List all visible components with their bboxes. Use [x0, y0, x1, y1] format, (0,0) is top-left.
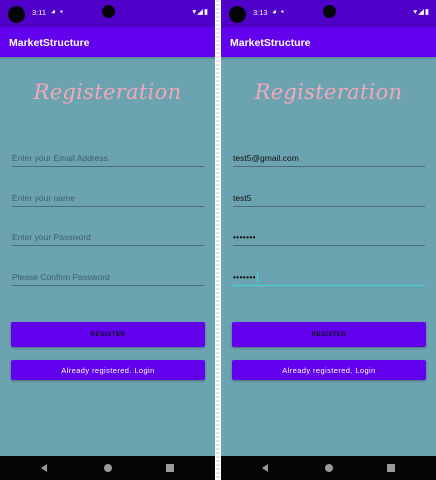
text-cursor [257, 273, 258, 283]
confirm-password-field[interactable]: ••••••• [233, 270, 425, 286]
name-placeholder: Enter your name [12, 193, 75, 203]
email-value: test5@gmail.com [233, 153, 299, 163]
camera-cutout [323, 5, 336, 18]
status-time: 3:11 [32, 8, 47, 17]
password-placeholder: Enter your Password [12, 232, 91, 242]
navigation-bar [221, 456, 436, 480]
back-triangle-icon[interactable] [41, 464, 47, 472]
signal-battery-icons: ▾◢▮ [192, 7, 209, 16]
notification-icons: ◕ ▪ [51, 7, 64, 16]
navigation-bar [0, 456, 215, 480]
confirm-password-field[interactable]: Please Confirm Password [12, 270, 204, 286]
front-camera [229, 6, 246, 23]
signal-battery-icons: ▾◢▮ [413, 7, 430, 16]
app-title: MarketStructure [9, 37, 90, 49]
phone-screen-left: 3:11 ◕ ▪ ▾◢▮ MarketStructure Registerati… [0, 0, 215, 480]
status-time: 3:13 [253, 8, 268, 17]
name-value: test5 [233, 193, 252, 203]
home-circle-icon[interactable] [104, 464, 112, 472]
password-field[interactable]: Enter your Password [12, 230, 204, 246]
screen-divider [216, 0, 220, 480]
recents-square-icon[interactable] [166, 464, 174, 472]
camera-cutout [102, 5, 115, 18]
password-value: ••••••• [233, 233, 257, 242]
front-camera [8, 6, 25, 23]
recents-square-icon[interactable] [387, 464, 395, 472]
home-circle-icon[interactable] [325, 464, 333, 472]
password-field[interactable]: ••••••• [233, 230, 425, 246]
register-button[interactable]: REGISTER [232, 322, 426, 347]
register-button[interactable]: REGISTER [11, 322, 205, 347]
phone-screen-right: 3:13 ◕ ▪ ▾◢▮ MarketStructure Registerati… [221, 0, 436, 480]
login-link-button[interactable]: Already registered. Login [11, 360, 205, 380]
email-field[interactable]: test5@gmail.com [233, 151, 425, 167]
confirm-password-value: ••••••• [233, 273, 257, 282]
status-bar: 3:13 ◕ ▪ ▾◢▮ [221, 0, 436, 27]
app-bar: MarketStructure [0, 27, 215, 57]
registration-heading: Registeration [254, 80, 403, 104]
email-field[interactable]: Enter your Email Address [12, 151, 204, 167]
email-placeholder: Enter your Email Address [12, 153, 108, 163]
confirm-password-placeholder: Please Confirm Password [12, 272, 110, 282]
name-field[interactable]: test5 [233, 191, 425, 207]
back-triangle-icon[interactable] [262, 464, 268, 472]
app-title: MarketStructure [230, 37, 311, 49]
app-bar: MarketStructure [221, 27, 436, 57]
status-bar: 3:11 ◕ ▪ ▾◢▮ [0, 0, 215, 27]
name-field[interactable]: Enter your name [12, 191, 204, 207]
notification-icons: ◕ ▪ [272, 7, 285, 16]
login-link-button[interactable]: Already registered. Login [232, 360, 426, 380]
registration-heading: Registeration [33, 80, 182, 104]
